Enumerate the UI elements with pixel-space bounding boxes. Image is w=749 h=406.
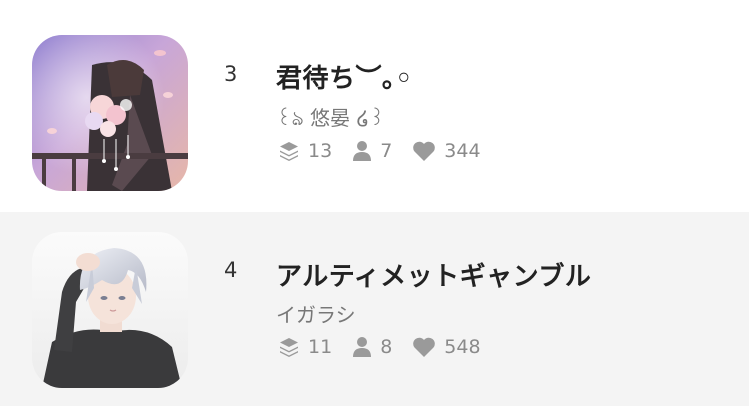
story-author[interactable]: イガラシ bbox=[276, 299, 356, 328]
chapters-count: 13 bbox=[308, 140, 333, 162]
story-author[interactable]: ꒰ঌ 悠晏 ໒꒱ bbox=[276, 102, 385, 137]
story-stats: 11 8 548 bbox=[278, 336, 501, 358]
story-title[interactable]: アルティメットギャンブル bbox=[276, 256, 591, 293]
chapters-stat: 11 bbox=[278, 336, 332, 358]
chapters-stat: 13 bbox=[278, 140, 332, 162]
likes-count: 344 bbox=[444, 140, 481, 162]
list-item-story-4[interactable]: 4 アルティメットギャンブル イガラシ 11 8 548 bbox=[0, 212, 749, 406]
person-icon bbox=[353, 141, 372, 161]
readers-stat: 8 bbox=[352, 336, 392, 358]
rank-number: 3 bbox=[224, 62, 238, 86]
heart-icon bbox=[413, 141, 436, 161]
stack-icon bbox=[280, 338, 298, 357]
story-title[interactable]: 君待ち︶｡◦ bbox=[276, 58, 413, 95]
likes-stat: 344 bbox=[412, 140, 481, 162]
rank-number: 4 bbox=[224, 258, 238, 282]
story-cover-image[interactable] bbox=[32, 232, 188, 388]
readers-count: 8 bbox=[380, 336, 393, 358]
stack-icon bbox=[280, 142, 298, 161]
readers-stat: 7 bbox=[352, 140, 392, 162]
person-icon bbox=[353, 337, 372, 357]
list-item-story-3[interactable]: 3 君待ち︶｡◦ ꒰ঌ 悠晏 ໒꒱ 13 7 344 bbox=[0, 0, 749, 212]
chapters-count: 11 bbox=[308, 336, 333, 358]
likes-stat: 548 bbox=[412, 336, 481, 358]
likes-count: 548 bbox=[444, 336, 481, 358]
ranking-list: 3 君待ち︶｡◦ ꒰ঌ 悠晏 ໒꒱ 13 7 344 4 アルティメットギャンブ… bbox=[0, 0, 749, 406]
readers-count: 7 bbox=[380, 140, 393, 162]
heart-icon bbox=[413, 337, 436, 357]
story-cover-image[interactable] bbox=[32, 35, 188, 191]
story-stats: 13 7 344 bbox=[278, 140, 501, 162]
